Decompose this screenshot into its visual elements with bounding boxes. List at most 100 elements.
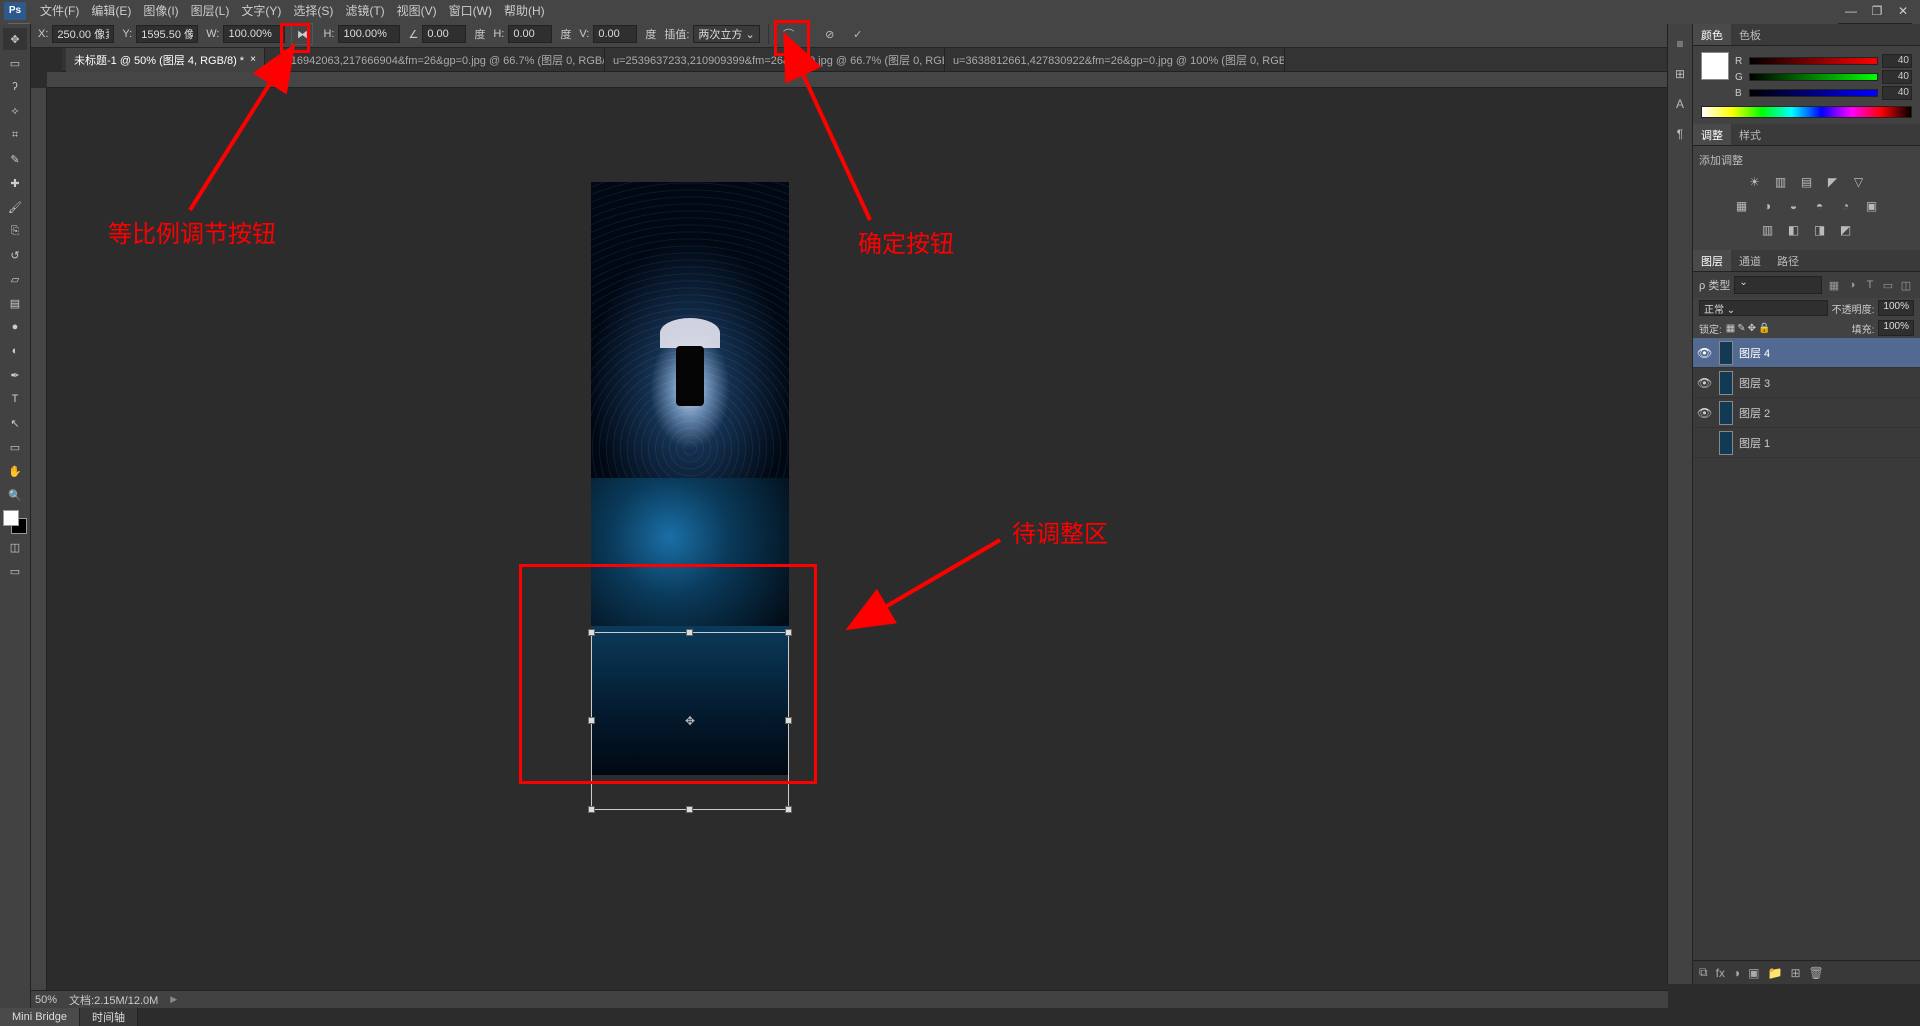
tool-blur[interactable]: ●	[3, 316, 27, 338]
window-restore-icon[interactable]: ❐	[1864, 3, 1890, 19]
tab-channels[interactable]: 通道	[1731, 250, 1769, 271]
kind-select[interactable]: ⌄	[1734, 276, 1822, 294]
cancel-transform-button[interactable]: ⊘	[818, 22, 842, 46]
document-tab[interactable]: 未标题-1 @ 50% (图层 4, RGB/8) *×	[66, 48, 265, 72]
tool-eraser[interactable]: ▱	[3, 268, 27, 290]
adjustment-icon[interactable]: ◨	[1810, 220, 1830, 240]
r-value[interactable]: 40	[1882, 54, 1912, 68]
tool-shape[interactable]: ▭	[3, 436, 27, 458]
layer-filter-icon[interactable]: ▦	[1826, 277, 1842, 293]
menu-filter[interactable]: 滤镜(T)	[339, 0, 390, 21]
lock-icon[interactable]: ✎	[1737, 323, 1745, 334]
layer-filter-icon[interactable]: ◫	[1898, 277, 1914, 293]
adjustment-icon[interactable]: ▤	[1797, 172, 1817, 192]
menu-select[interactable]: 选择(S)	[287, 0, 339, 21]
adjustment-icon[interactable]: ◒	[1784, 196, 1804, 216]
tab-adjustments[interactable]: 调整	[1693, 124, 1731, 145]
adjustment-icon[interactable]: ◩	[1836, 220, 1856, 240]
document-tab[interactable]: u=2539637233,210909399&fm=26&gp=0.jpg @ …	[605, 48, 945, 72]
lock-icon[interactable]: 🔒	[1758, 323, 1770, 334]
visibility-icon[interactable]: 👁	[1697, 406, 1713, 420]
layer-thumbnail[interactable]	[1719, 371, 1733, 395]
layer-filter-icon[interactable]: ◑	[1844, 277, 1860, 293]
dock-properties-icon[interactable]: ⊞	[1670, 64, 1690, 84]
layer-thumbnail[interactable]	[1719, 401, 1733, 425]
opacity-input[interactable]: 100%	[1878, 300, 1914, 316]
skew-v-input[interactable]	[593, 25, 637, 43]
dock-char-icon[interactable]: A	[1670, 94, 1690, 114]
adjustment-icon[interactable]: ▥	[1771, 172, 1791, 192]
layers-footer-icon[interactable]: ⧉	[1699, 965, 1708, 980]
tool-magic-wand[interactable]: ✧	[3, 100, 27, 122]
foreground-swatch[interactable]	[1701, 52, 1729, 80]
b-slider[interactable]	[1749, 89, 1878, 97]
tool-history-brush[interactable]: ↺	[3, 244, 27, 266]
g-value[interactable]: 40	[1882, 70, 1912, 84]
g-slider[interactable]	[1749, 73, 1878, 81]
layers-footer-icon[interactable]: 🗑	[1809, 966, 1824, 980]
tool-move[interactable]: ✥	[3, 28, 27, 50]
menu-edit[interactable]: 编辑(E)	[85, 0, 137, 21]
layer-row[interactable]: 👁 图层 4	[1693, 338, 1920, 368]
tab-color[interactable]: 颜色	[1693, 24, 1731, 45]
layers-footer-icon[interactable]: ⊞	[1790, 966, 1800, 980]
adjustment-icon[interactable]: ▣	[1862, 196, 1882, 216]
tool-pen[interactable]: ✒	[3, 364, 27, 386]
layer-row[interactable]: 图层 1	[1693, 428, 1920, 458]
hue-strip[interactable]	[1701, 106, 1912, 118]
tool-eyedropper[interactable]: ✎	[3, 148, 27, 170]
lock-icon[interactable]: ✥	[1748, 323, 1756, 334]
layer-thumbnail[interactable]	[1719, 431, 1733, 455]
layers-footer-icon[interactable]: 📁	[1768, 966, 1783, 980]
layers-footer-icon[interactable]: ▣	[1748, 966, 1759, 980]
adjustment-icon[interactable]: ◔	[1836, 196, 1856, 216]
fg-bg-swatch[interactable]	[3, 510, 27, 534]
close-icon[interactable]: ×	[250, 54, 256, 65]
transform-handle-bl[interactable]	[588, 806, 595, 813]
adjustment-icon[interactable]: ◧	[1784, 220, 1804, 240]
tab-swatches[interactable]: 色板	[1731, 24, 1769, 45]
tool-type[interactable]: T	[3, 388, 27, 410]
menu-layer[interactable]: 图层(L)	[185, 0, 236, 21]
adjustment-icon[interactable]: ▥	[1758, 220, 1778, 240]
commit-transform-button[interactable]: ✓	[846, 22, 870, 46]
visibility-icon[interactable]: 👁	[1697, 376, 1713, 390]
b-value[interactable]: 40	[1882, 86, 1912, 100]
warp-mode-button[interactable]: ⌒	[777, 22, 801, 46]
adjustment-icon[interactable]: ▦	[1732, 196, 1752, 216]
tool-lasso[interactable]: ʔ	[3, 76, 27, 98]
adjustment-icon[interactable]: ☀	[1745, 172, 1765, 192]
dock-para-icon[interactable]: ¶	[1670, 124, 1690, 144]
status-zoom[interactable]: 50%	[35, 994, 57, 1006]
tool-dodge[interactable]: ◐	[3, 340, 27, 362]
visibility-icon[interactable]: 👁	[1697, 346, 1713, 360]
angle-input[interactable]	[422, 25, 466, 43]
document-tab[interactable]: u=116942063,217666904&fm=26&gp=0.jpg @ 6…	[265, 48, 605, 72]
interp-select[interactable]: 两次立方 ⌄	[693, 25, 759, 43]
tool-crop[interactable]: ⌗	[3, 124, 27, 146]
tool-stamp[interactable]: ⎘	[3, 220, 27, 242]
menu-help[interactable]: 帮助(H)	[498, 0, 551, 21]
fill-input[interactable]: 100%	[1878, 320, 1914, 336]
tab-paths[interactable]: 路径	[1769, 250, 1807, 271]
layer-name[interactable]: 图层 1	[1739, 435, 1770, 451]
layer-thumbnail[interactable]	[1719, 341, 1733, 365]
tab-styles[interactable]: 样式	[1731, 124, 1769, 145]
layer-filter-icon[interactable]: T	[1862, 277, 1878, 293]
layer-row[interactable]: 👁图层 3	[1693, 368, 1920, 398]
adjustment-icon[interactable]: ◤	[1823, 172, 1843, 192]
tool-zoom[interactable]: 🔍	[3, 484, 27, 506]
tool-hand[interactable]: ✋	[3, 460, 27, 482]
tab-layers[interactable]: 图层	[1693, 250, 1731, 271]
adjustment-icon[interactable]: ◑	[1758, 196, 1778, 216]
tab-timeline[interactable]: 时间轴	[80, 1008, 138, 1026]
menu-view[interactable]: 视图(V)	[391, 0, 443, 21]
tool-marquee[interactable]: ▭	[3, 52, 27, 74]
layer-name[interactable]: 图层 2	[1739, 405, 1770, 421]
document-tab[interactable]: u=3638812661,427830922&fm=26&gp=0.jpg @ …	[945, 48, 1285, 72]
window-close-icon[interactable]: ✕	[1890, 3, 1916, 19]
canvas-area[interactable]: ✥	[31, 72, 1667, 1008]
layer-name[interactable]: 图层 4	[1739, 345, 1770, 361]
menu-type[interactable]: 文字(Y)	[235, 0, 287, 21]
adjustment-icon[interactable]: ◓	[1810, 196, 1830, 216]
